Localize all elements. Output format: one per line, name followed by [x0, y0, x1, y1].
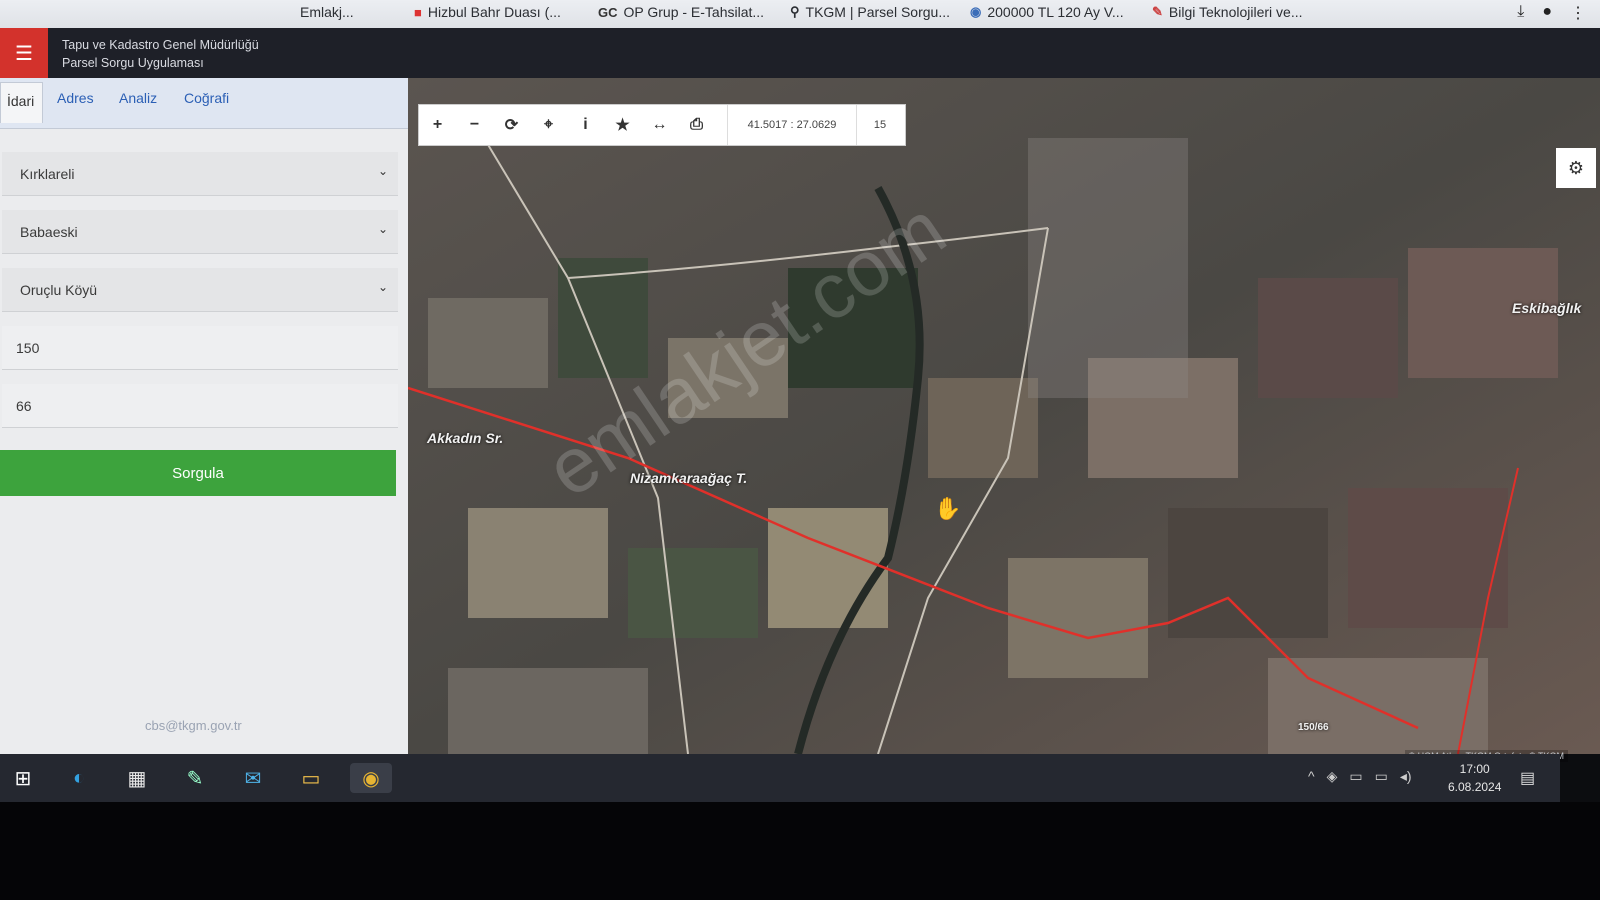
bookmark-credit[interactable]: ◉ 200000 TL 120 Ay V... [970, 4, 1124, 20]
clock-date: 6.08.2024 [1448, 780, 1502, 794]
province-value: Kırklareli [20, 165, 75, 182]
tab-idari[interactable]: İdari [0, 82, 44, 123]
zoom-level-readout: 15 [873, 119, 887, 131]
settings-gear-button[interactable]: ⚙ [1556, 148, 1596, 188]
windows-taskbar: ⊞ ◐ ▦ ✎ ✉ ▭ ◉ ^ ◈ ▭ ▭ ◂) 17:00 6.08.2024… [0, 754, 1560, 802]
app-title-line1: Tapu ve Kadastro Genel Müdürlüğü [62, 38, 259, 52]
bookmark-label: Hizbul Bahr Duası (... [427, 4, 561, 20]
block-value: 150 [16, 339, 40, 356]
parcel-input[interactable]: 66 [2, 384, 398, 428]
clock-time: 17:00 [1459, 762, 1490, 776]
store-icon[interactable]: ▦ [122, 763, 152, 793]
bookmark-op-grup[interactable]: GC OP Grup - E-Tahsilat... [598, 4, 764, 20]
bookmark-bilgi-teknolojileri[interactable]: ✎ Bilgi Teknolojileri ve... [1152, 4, 1303, 20]
menu-icon: ☰ [15, 42, 33, 65]
print-button[interactable]: ⎙ [678, 105, 715, 145]
tab-cografi[interactable]: Coğrafi [184, 90, 229, 106]
app-title-line2: Parsel Sorgu Uygulaması [62, 56, 204, 70]
chevron-up-icon[interactable]: ^ [1308, 768, 1315, 785]
windows-start-icon[interactable]: ⊞ [8, 763, 38, 793]
system-tray: ^ ◈ ▭ ▭ ◂) [1308, 768, 1412, 785]
contact-email-link[interactable]: cbs@tkgm.gov.tr [145, 718, 242, 733]
bookmark-label: TKGM | Parsel Sorgu... [805, 4, 950, 20]
app-icon[interactable]: ✎ [180, 763, 210, 793]
hamburger-menu-button[interactable]: ☰ [0, 28, 48, 78]
bookmark-label: OP Grup - E-Tahsilat... [623, 4, 765, 20]
bookmark-tkgm[interactable]: ⚲ TKGM | Parsel Sorgu... [790, 4, 950, 20]
hand-cursor-icon: ✋ [934, 496, 962, 521]
parcel-tag[interactable]: 150/66 [1298, 722, 1329, 733]
map-label-nizamkaraagac: Nizamkaraağaç T. [630, 470, 748, 486]
district-value: Babaeski [20, 223, 78, 240]
notification-icon[interactable]: ▤ [1520, 768, 1535, 788]
monitor-icon[interactable]: ▭ [1375, 768, 1388, 785]
mail-icon[interactable]: ✉ [238, 763, 268, 793]
coordinate-readout: 41.5017 : 27.0629 [727, 105, 857, 145]
security-icon[interactable]: ◈ [1327, 768, 1338, 785]
zoom-out-button[interactable]: − [456, 105, 493, 145]
tab-adres[interactable]: Adres [57, 90, 94, 106]
system-clock[interactable]: 17:00 6.08.2024 [1448, 760, 1501, 796]
bookmark-icon: GC [598, 4, 618, 20]
query-button[interactable]: Sorgula [0, 450, 396, 496]
monitor-bezel [0, 802, 1600, 900]
query-sidebar: İdari Adres Analiz Coğrafi Kırklareli ⌄ … [0, 78, 408, 754]
browser-toolbar-icons: ⤓ ● ⋮ [1517, 3, 1586, 23]
location-pin-icon: ⚲ [790, 4, 800, 19]
bookmark-icon: ✎ [1152, 4, 1163, 19]
bookmark-emlakjet[interactable]: Emlakj... [300, 4, 354, 20]
bookmark-label: Emlakj... [300, 4, 354, 20]
locate-button[interactable]: ⌖ [530, 105, 567, 145]
measure-button[interactable]: ↔ [641, 105, 678, 145]
sidebar-tabs: İdari Adres Analiz Coğrafi [0, 78, 408, 129]
volume-icon[interactable]: ◂) [1400, 768, 1412, 785]
network-icon[interactable]: ▭ [1349, 768, 1362, 785]
gear-icon: ⚙ [1567, 157, 1585, 178]
bookmark-icon: ■ [414, 4, 422, 20]
district-select[interactable]: Babaeski ⌄ [2, 210, 398, 254]
bookmark-label: Bilgi Teknolojileri ve... [1168, 4, 1303, 20]
province-select[interactable]: Kırklareli ⌄ [2, 152, 398, 196]
zoom-in-button[interactable]: + [419, 105, 456, 145]
chrome-browser-icon[interactable]: ◉ [350, 763, 392, 793]
download-icon[interactable]: ⤓ [1517, 3, 1524, 23]
tab-analiz[interactable]: Analiz [119, 90, 157, 106]
bookmark-hizbul-bahr[interactable]: ■ Hizbul Bahr Duası (... [414, 4, 561, 20]
app-title: Tapu ve Kadastro Genel Müdürlüğü Parsel … [62, 36, 259, 72]
favorite-button[interactable]: ★ [604, 105, 641, 145]
more-icon[interactable]: ⋮ [1570, 3, 1586, 23]
edge-browser-icon[interactable]: ◐ [64, 763, 94, 793]
info-button[interactable]: i [567, 105, 604, 145]
map-label-akkadin: Akkadın Sr. [427, 430, 504, 446]
neighborhood-value: Oruçlu Köyü [20, 281, 98, 298]
bookmark-icon: ◉ [970, 4, 982, 19]
refresh-button[interactable]: ⟳ [493, 105, 530, 145]
bookmarks-bar: Emlakj... ■ Hizbul Bahr Duası (... GC OP… [0, 0, 1600, 29]
app-header: ☰ Tapu ve Kadastro Genel Müdürlüğü Parse… [0, 28, 1600, 78]
bookmark-label: 200000 TL 120 Ay V... [987, 4, 1124, 20]
neighborhood-select[interactable]: Oruçlu Köyü ⌄ [2, 268, 398, 312]
block-input[interactable]: 150 [2, 326, 398, 370]
parcel-value: 66 [16, 397, 32, 414]
folder-icon[interactable]: ▭ [296, 763, 326, 793]
chevron-down-icon: ⌄ [377, 280, 388, 294]
map-toolbar: + − ⟳ ⌖ i ★ ↔ ⎙ 41.5017 : 27.0629 15 [418, 104, 906, 146]
chevron-down-icon: ⌄ [377, 222, 388, 236]
profile-icon[interactable]: ● [1542, 3, 1552, 23]
chevron-down-icon: ⌄ [377, 164, 388, 178]
map-label-eskibaglik: Eskibağlık [1512, 300, 1582, 316]
